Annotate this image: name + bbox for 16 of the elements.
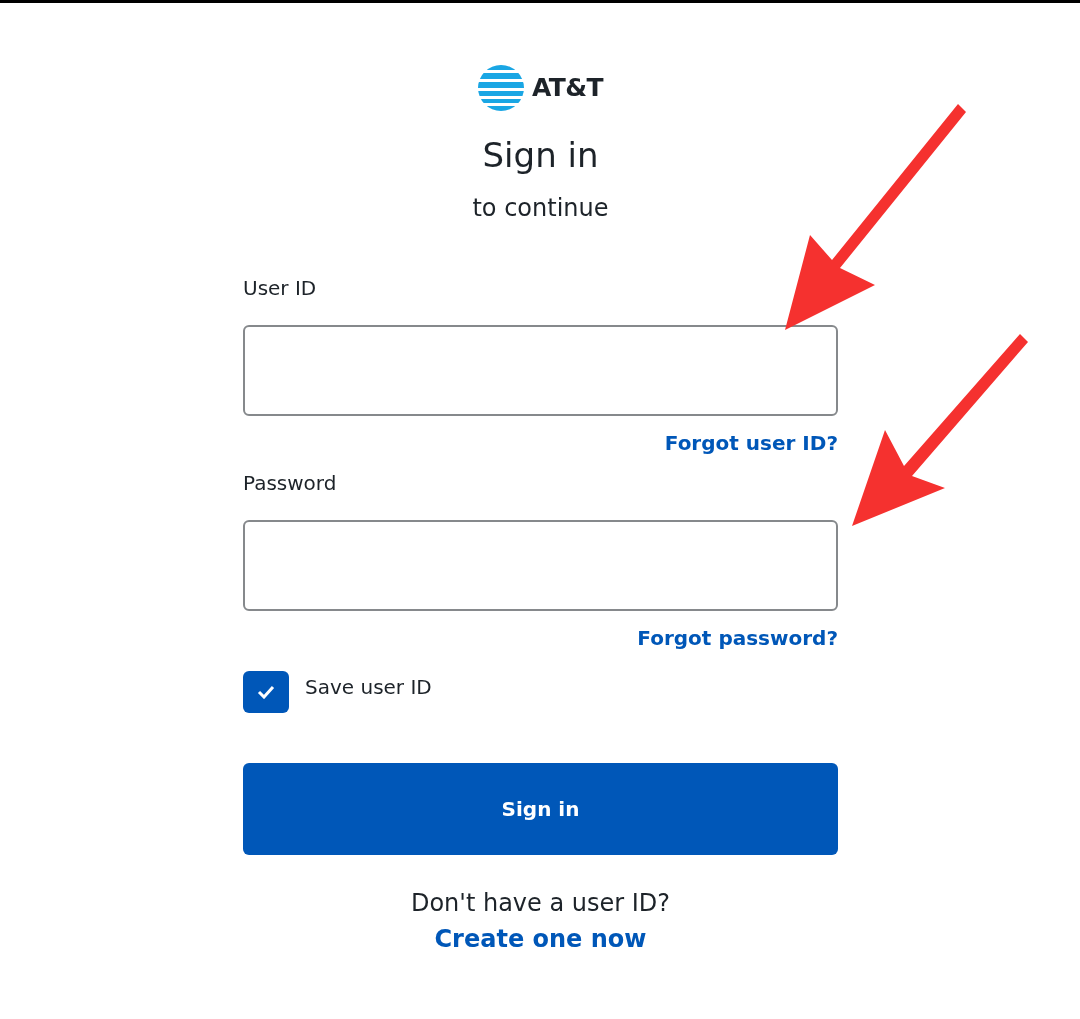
brand-name: AT&T xyxy=(532,72,603,105)
save-user-id-checkbox[interactable] xyxy=(243,671,289,713)
field-label: Password xyxy=(243,470,338,496)
forgot-link[interactable]: Forgot user ID? xyxy=(664,430,838,456)
checkbox-label: Save user ID xyxy=(305,674,432,701)
sign-in-button[interactable]: Sign in xyxy=(243,763,838,855)
field-label: User ID xyxy=(243,275,318,301)
create-account-link[interactable]: Create one now xyxy=(434,924,647,954)
page-heading: Sign in xyxy=(481,135,600,175)
signup-prompt: Don't have a user ID? xyxy=(409,888,672,918)
globe-logo-icon xyxy=(478,65,525,111)
password-field[interactable] xyxy=(243,520,838,611)
forgot-link[interactable]: Forgot password? xyxy=(637,625,838,651)
page-subheading: to continue xyxy=(471,193,610,223)
user-id-field[interactable] xyxy=(243,325,838,416)
checkmark-icon xyxy=(257,685,275,699)
